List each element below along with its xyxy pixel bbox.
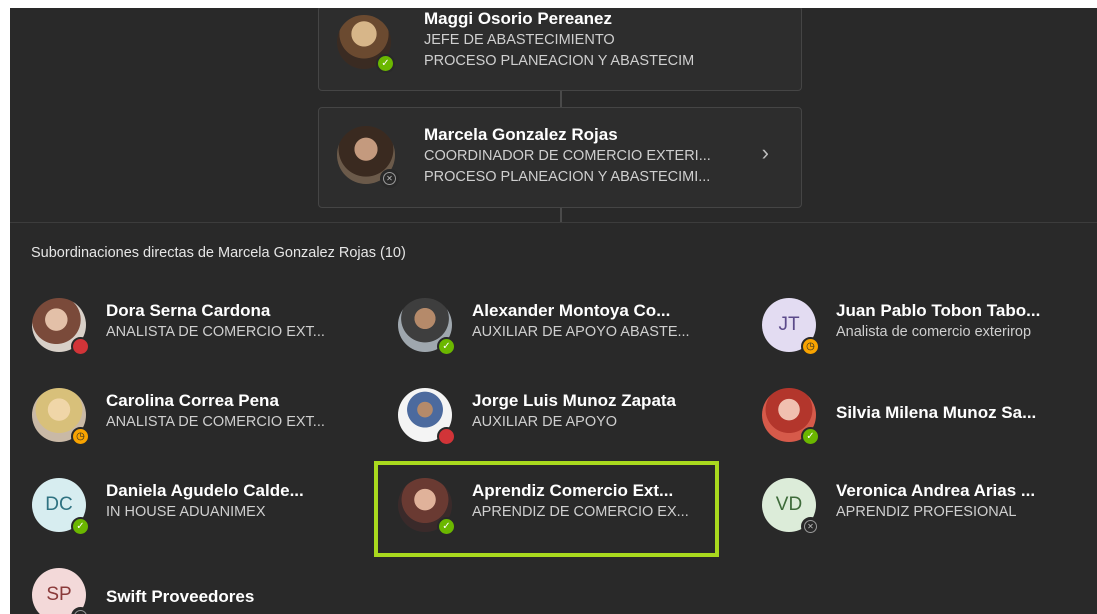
manager-department: PROCESO PLANEACION Y ABASTECIM <box>424 53 695 69</box>
current-person-department: PROCESO PLANEACION Y ABASTECIMI... <box>424 169 711 185</box>
clock-status-icon: ◷ <box>71 427 90 446</box>
current-person-name: Marcela Gonzalez Rojas <box>424 125 618 144</box>
connector-line <box>560 91 562 107</box>
person-info: Swift Proveedores <box>106 586 254 608</box>
direct-report-item[interactable]: ✓ Alexander Montoya Co... AUXILIAR DE AP… <box>398 298 728 360</box>
person-info: Dora Serna Cardona ANALISTA DE COMERCIO … <box>106 300 325 343</box>
avatar <box>398 388 456 446</box>
avatar: JT ◷ <box>762 298 820 356</box>
connector-line <box>560 208 562 222</box>
offline-status-icon: ✕ <box>71 607 90 614</box>
person-name: Silvia Milena Munoz Sa... <box>836 403 1037 422</box>
avatar: DC ✓ <box>32 478 90 536</box>
offline-status-icon: ✕ <box>380 169 399 188</box>
avatar-initials: SP <box>46 584 72 605</box>
person-info: Daniela Agudelo Calde... IN HOUSE ADUANI… <box>106 480 304 523</box>
manager-name: Maggi Osorio Pereanez <box>424 9 612 28</box>
person-info: Juan Pablo Tobon Tabo... Analista de com… <box>836 300 1040 343</box>
avatar-initials: VD <box>775 494 803 515</box>
person-name: Dora Serna Cardona <box>106 301 271 320</box>
person-info: Carolina Correa Pena ANALISTA DE COMERCI… <box>106 390 325 433</box>
avatar-initials: DC <box>45 494 73 515</box>
manager-info: Maggi Osorio Pereanez JEFE DE ABASTECIMI… <box>424 8 694 72</box>
direct-report-item[interactable]: VD ✕ Veronica Andrea Arias ... APRENDIZ … <box>762 478 1092 540</box>
current-person-card[interactable]: ✕ Marcela Gonzalez Rojas COORDINADOR DE … <box>318 107 802 208</box>
org-chart-panel: ✓ Maggi Osorio Pereanez JEFE DE ABASTECI… <box>10 8 1097 614</box>
avatar: VD ✕ <box>762 478 820 536</box>
person-name: Juan Pablo Tobon Tabo... <box>836 301 1041 320</box>
current-person-info: Marcela Gonzalez Rojas COORDINADOR DE CO… <box>424 124 711 188</box>
person-name: Alexander Montoya Co... <box>472 301 671 320</box>
person-title: IN HOUSE ADUANIMEX <box>106 504 266 520</box>
direct-report-item[interactable]: JT ◷ Juan Pablo Tobon Tabo... Analista d… <box>762 298 1092 360</box>
person-name: Daniela Agudelo Calde... <box>106 481 304 500</box>
avatar: ✓ <box>337 15 395 73</box>
person-name: Jorge Luis Munoz Zapata <box>472 391 677 410</box>
avatar: ✓ <box>762 388 820 446</box>
avatar: ✓ <box>398 298 456 356</box>
person-info: Jorge Luis Munoz Zapata AUXILIAR DE APOY… <box>472 390 676 433</box>
avatar: SP ✕ <box>32 568 90 614</box>
person-title: APRENDIZ PROFESIONAL <box>836 504 1017 520</box>
direct-report-item[interactable]: Dora Serna Cardona ANALISTA DE COMERCIO … <box>32 298 362 360</box>
person-name: Veronica Andrea Arias ... <box>836 481 1036 500</box>
person-title: ANALISTA DE COMERCIO EXT... <box>106 324 325 340</box>
direct-report-item[interactable]: Jorge Luis Munoz Zapata AUXILIAR DE APOY… <box>398 388 728 450</box>
person-title: AUXILIAR DE APOYO ABASTE... <box>472 324 690 340</box>
direct-report-item[interactable]: ✓ Silvia Milena Munoz Sa... <box>762 388 1092 450</box>
available-status-icon: ✓ <box>71 517 90 536</box>
offline-status-icon: ✕ <box>801 517 820 536</box>
busy-status-icon <box>437 427 456 446</box>
person-info: Alexander Montoya Co... AUXILIAR DE APOY… <box>472 300 690 343</box>
person-name: Swift Proveedores <box>106 587 255 606</box>
avatar <box>32 298 90 356</box>
direct-report-item[interactable]: SP ✕ Swift Proveedores <box>32 568 362 614</box>
available-status-icon: ✓ <box>801 427 820 446</box>
current-person-title: COORDINADOR DE COMERCIO EXTERI... <box>424 148 711 164</box>
person-name: Carolina Correa Pena <box>106 391 279 410</box>
manager-card[interactable]: ✓ Maggi Osorio Pereanez JEFE DE ABASTECI… <box>318 8 802 91</box>
avatar: ✕ <box>337 126 399 188</box>
avatar-initials: JT <box>778 314 800 335</box>
avatar: ◷ <box>32 388 90 446</box>
selection-highlight <box>374 461 719 557</box>
person-title: AUXILIAR DE APOYO <box>472 414 618 430</box>
direct-reports-heading: Subordinaciones directas de Marcela Gonz… <box>31 245 406 261</box>
person-title: ANALISTA DE COMERCIO EXT... <box>106 414 325 430</box>
person-info: Silvia Milena Munoz Sa... <box>836 402 1036 424</box>
person-info: Veronica Andrea Arias ... APRENDIZ PROFE… <box>836 480 1035 523</box>
person-title: Analista de comercio exterirор <box>836 324 1032 340</box>
section-divider <box>10 222 1097 223</box>
chevron-right-icon[interactable]: › <box>762 142 769 164</box>
direct-report-item[interactable]: DC ✓ Daniela Agudelo Calde... IN HOUSE A… <box>32 478 362 540</box>
available-status-icon: ✓ <box>437 337 456 356</box>
clock-status-icon: ◷ <box>801 337 820 356</box>
busy-status-icon <box>71 337 90 356</box>
direct-report-item[interactable]: ◷ Carolina Correa Pena ANALISTA DE COMER… <box>32 388 362 450</box>
manager-title: JEFE DE ABASTECIMIENTO <box>424 32 615 48</box>
available-status-icon: ✓ <box>376 54 395 73</box>
